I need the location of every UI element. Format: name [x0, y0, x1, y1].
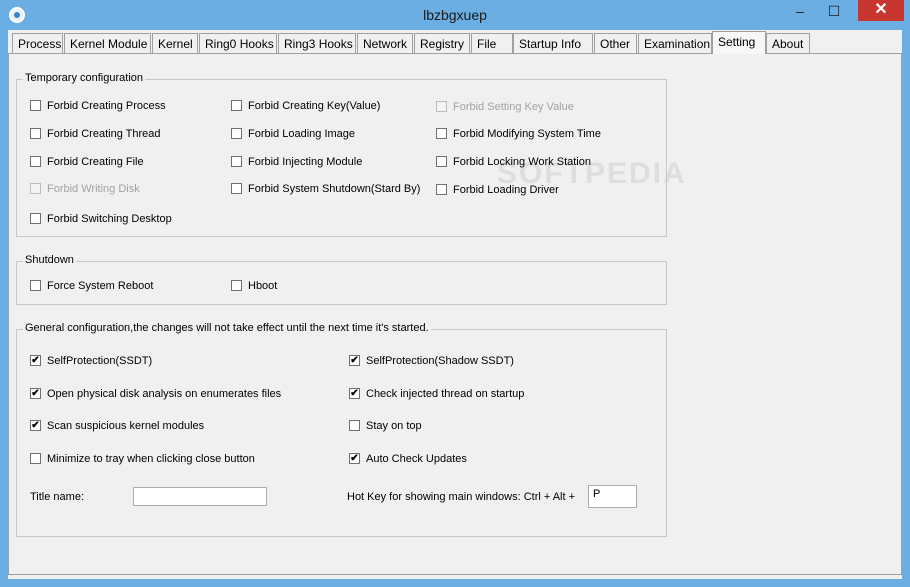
shutdown-group: Shutdown Force System Reboot Hboot — [16, 254, 667, 305]
checkbox-label: SelfProtection(SSDT) — [47, 355, 153, 367]
checkbox-box[interactable] — [231, 128, 242, 139]
checkbox-label: Stay on top — [366, 420, 422, 432]
checkbox-label: Forbid Creating File — [47, 156, 144, 168]
tab-setting[interactable]: Setting — [712, 31, 766, 54]
checkbox-label: Forbid Writing Disk — [47, 183, 140, 195]
setting-panel: SOFTPEDIA Temporary configuration Forbid… — [8, 53, 902, 575]
checkbox-label: Open physical disk analysis on enumerate… — [47, 388, 282, 400]
tab-file[interactable]: File — [471, 33, 513, 53]
checkbox-box[interactable]: ✔ — [30, 388, 41, 399]
shutdown-title: Shutdown — [23, 254, 76, 266]
checkbox-label: Forbid Creating Process — [47, 100, 166, 112]
checkbox-box[interactable] — [30, 183, 41, 194]
checkbox-box[interactable] — [231, 100, 242, 111]
window-bottom-border — [8, 579, 902, 587]
checkbox-label: Forbid Locking Work Station — [453, 156, 591, 168]
checkbox-box[interactable] — [30, 128, 41, 139]
temporary-configuration-title: Temporary configuration — [23, 72, 146, 84]
checkbox-box[interactable] — [30, 100, 41, 111]
tab-ring0-hooks[interactable]: Ring0 Hooks — [199, 33, 277, 53]
checkbox-box[interactable] — [30, 280, 41, 291]
tab-other[interactable]: Other — [594, 33, 637, 53]
checkbox-label: Forbid Injecting Module — [248, 156, 363, 168]
checkbox-box[interactable]: ✔ — [349, 388, 360, 399]
minimize-button[interactable]: – — [786, 1, 814, 21]
checkbox-box[interactable] — [436, 128, 447, 139]
checkbox-label: Force System Reboot — [47, 280, 154, 292]
checkbox-label: Forbid Loading Driver — [453, 184, 559, 196]
checkbox-label: Forbid Switching Desktop — [47, 213, 172, 225]
checkbox-label: SelfProtection(Shadow SSDT) — [366, 355, 514, 367]
tab-network[interactable]: Network — [357, 33, 413, 53]
checkbox-box[interactable]: ✔ — [349, 355, 360, 366]
checkbox-label: Forbid System Shutdown(Stard By) — [248, 183, 421, 195]
general-configuration-group: General configuration,the changes will n… — [16, 322, 667, 537]
checkbox-label: Hboot — [248, 280, 278, 292]
checkbox-box[interactable]: ✔ — [30, 420, 41, 431]
checkbox-box[interactable] — [436, 184, 447, 195]
hotkey-label: Hot Key for showing main windows: Ctrl +… — [347, 491, 576, 503]
main-window: lbzbgxuep – ☐ ✕ Process Kernel Module Ke… — [0, 0, 910, 587]
checkbox-label: Scan suspicious kernel modules — [47, 420, 205, 432]
checkbox-label: Check injected thread on startup — [366, 388, 525, 400]
tab-process[interactable]: Process — [12, 33, 63, 53]
tab-kernel-module[interactable]: Kernel Module — [64, 33, 151, 53]
tab-registry[interactable]: Registry — [414, 33, 470, 53]
checkbox-box[interactable] — [231, 183, 242, 194]
checkbox-label: Forbid Creating Key(Value) — [248, 100, 381, 112]
checkbox-label: Forbid Creating Thread — [47, 128, 161, 140]
checkbox-box[interactable] — [231, 280, 242, 291]
tab-kernel[interactable]: Kernel — [152, 33, 198, 53]
checkbox-label: Forbid Loading Image — [248, 128, 356, 140]
temporary-configuration-group: Temporary configuration Forbid Creating … — [16, 72, 667, 237]
checkbox-label: Auto Check Updates — [366, 453, 467, 465]
window-title: lbzbgxuep — [423, 7, 487, 23]
tab-examination[interactable]: Examination — [638, 33, 712, 53]
checkbox-label: Minimize to tray when clicking close but… — [47, 453, 255, 465]
checkbox-box[interactable] — [349, 420, 360, 431]
title-name-label: Title name: — [30, 491, 85, 503]
checkbox-box[interactable] — [436, 156, 447, 167]
checkbox-box[interactable] — [30, 156, 41, 167]
checkbox-label: Forbid Setting Key Value — [453, 101, 574, 113]
client-area: Process Kernel Module Kernel Ring0 Hooks… — [8, 30, 902, 579]
checkbox-box[interactable] — [30, 213, 41, 224]
hotkey-input[interactable]: P — [588, 485, 637, 508]
general-configuration-title: General configuration,the changes will n… — [23, 322, 431, 334]
title-bar[interactable]: lbzbgxuep – ☐ ✕ — [0, 0, 910, 30]
checkbox-box[interactable] — [30, 453, 41, 464]
close-button[interactable]: ✕ — [858, 0, 904, 21]
title-name-input[interactable] — [133, 487, 267, 506]
checkbox-box[interactable]: ✔ — [349, 453, 360, 464]
tab-startup-info[interactable]: Startup Info — [513, 33, 593, 53]
tab-ring3-hooks[interactable]: Ring3 Hooks — [278, 33, 356, 53]
checkbox-box[interactable] — [436, 101, 447, 112]
tab-about[interactable]: About — [766, 33, 810, 53]
maximize-button[interactable]: ☐ — [820, 1, 848, 21]
checkbox-box[interactable] — [231, 156, 242, 167]
checkbox-box[interactable]: ✔ — [30, 355, 41, 366]
checkbox-label: Forbid Modifying System Time — [453, 128, 601, 140]
